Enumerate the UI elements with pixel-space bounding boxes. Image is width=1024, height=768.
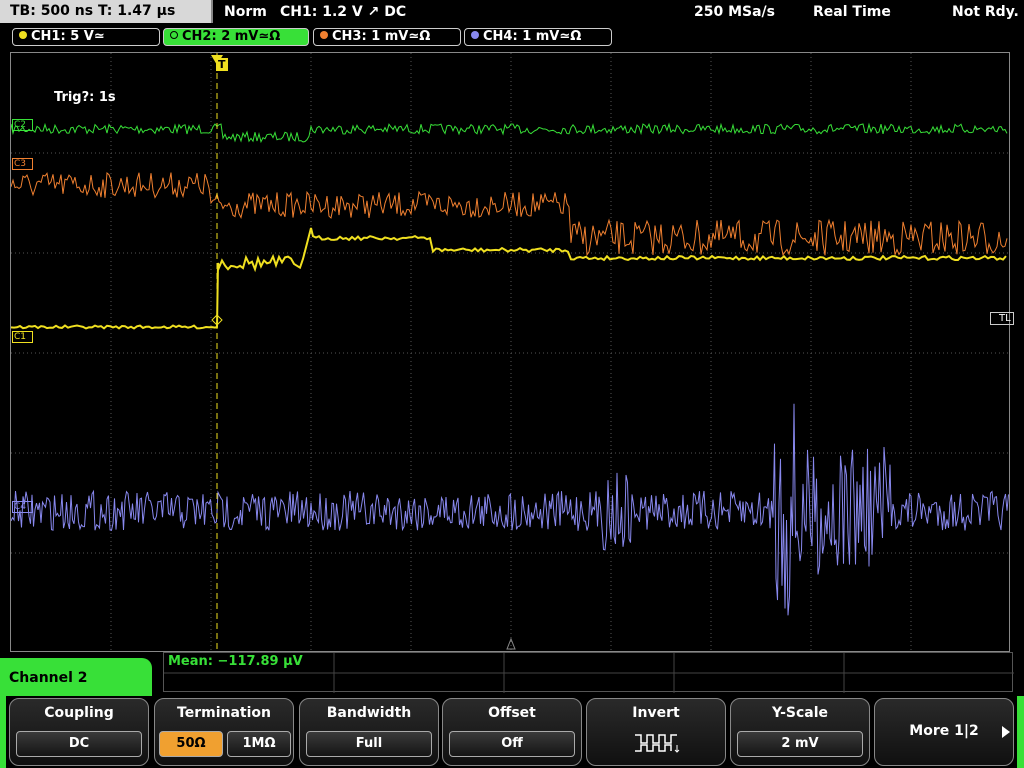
ch4-offset-marker[interactable]: C4 xyxy=(12,501,34,513)
trigger-label: T xyxy=(216,58,228,71)
coupling-softkey[interactable]: Coupling DC xyxy=(9,698,149,766)
trigger-status: Not Rdy. xyxy=(952,4,1019,20)
termination-softkey[interactable]: Termination 50Ω 1MΩ xyxy=(154,698,294,766)
bandwidth-softkey[interactable]: Bandwidth Full xyxy=(299,698,439,766)
waveform-svg xyxy=(11,53,1009,651)
menu-title: Channel 2 xyxy=(0,658,152,698)
ch1-dot-icon xyxy=(19,31,27,39)
mean-measurement: Mean: −117.89 µV xyxy=(168,654,303,669)
trigger-info[interactable]: CH1: 1.2 V ↗ DC xyxy=(280,0,406,24)
next-page-icon xyxy=(1002,726,1010,738)
tab-ch2-label: CH2: 2 mV≃Ω xyxy=(182,29,281,44)
offset-title: Offset xyxy=(488,705,536,721)
graticule xyxy=(11,53,1009,651)
ch3-dot-icon xyxy=(320,31,328,39)
ch3-waveform xyxy=(11,171,1008,257)
termination-50ohm[interactable]: 50Ω xyxy=(159,731,223,757)
trigger-level-marker[interactable]: TL xyxy=(990,312,1014,325)
ch2-waveform xyxy=(11,122,1008,144)
ch4-dot-icon xyxy=(471,31,479,39)
ch1-offset-marker[interactable]: C1 xyxy=(12,331,34,343)
ch3-offset-marker[interactable]: C3 xyxy=(12,158,34,170)
timebase-readout[interactable]: TB: 500 ns T: 1.47 µs xyxy=(0,0,213,23)
termination-1mohm[interactable]: 1MΩ xyxy=(227,731,291,757)
ch4-waveform xyxy=(11,403,1009,616)
offset-softkey[interactable]: Offset Off xyxy=(442,698,582,766)
trigger-timer: Trig?: 1s xyxy=(54,90,116,105)
invert-waveform-icon xyxy=(635,734,680,753)
yscale-value[interactable]: 2 mV xyxy=(737,731,863,757)
tab-ch3-label: CH3: 1 mV≃Ω xyxy=(332,29,431,44)
waveform-display[interactable] xyxy=(10,52,1010,652)
ch1-waveform xyxy=(11,227,1007,330)
termination-title: Termination xyxy=(177,705,271,721)
tab-ch2[interactable]: CH2: 2 mV≃Ω xyxy=(163,28,309,46)
tab-ch4[interactable]: CH4: 1 mV≃Ω xyxy=(464,28,612,46)
bandwidth-title: Bandwidth xyxy=(326,705,412,721)
tab-ch1[interactable]: CH1: 5 V≃ xyxy=(12,28,160,46)
yscale-softkey[interactable]: Y-Scale 2 mV xyxy=(730,698,870,766)
acquisition-mode[interactable]: Real Time xyxy=(813,0,891,24)
center-marker-icon xyxy=(506,637,516,650)
more-softkey[interactable]: More 1|2 xyxy=(874,698,1014,766)
trigger-mode[interactable]: Norm xyxy=(224,0,267,24)
menu-frame-right xyxy=(1017,696,1024,768)
yscale-title: Y-Scale xyxy=(771,705,828,721)
tab-ch3[interactable]: CH3: 1 mV≃Ω xyxy=(313,28,461,46)
invert-softkey[interactable]: Invert xyxy=(586,698,726,766)
bandwidth-value[interactable]: Full xyxy=(306,731,432,757)
menu-frame-left xyxy=(0,696,6,768)
more-title: More 1|2 xyxy=(909,723,979,739)
ch2-offset-marker[interactable]: C2 xyxy=(12,119,34,131)
invert-title: Invert xyxy=(632,705,680,721)
tab-ch4-label: CH4: 1 mV≃Ω xyxy=(483,29,582,44)
coupling-value[interactable]: DC xyxy=(16,731,142,757)
sample-rate: 250 MSa/s xyxy=(694,4,776,20)
offset-value[interactable]: Off xyxy=(449,731,575,757)
tab-ch1-label: CH1: 5 V≃ xyxy=(31,29,105,44)
ch2-dot-icon xyxy=(170,31,178,39)
coupling-title: Coupling xyxy=(44,705,114,721)
